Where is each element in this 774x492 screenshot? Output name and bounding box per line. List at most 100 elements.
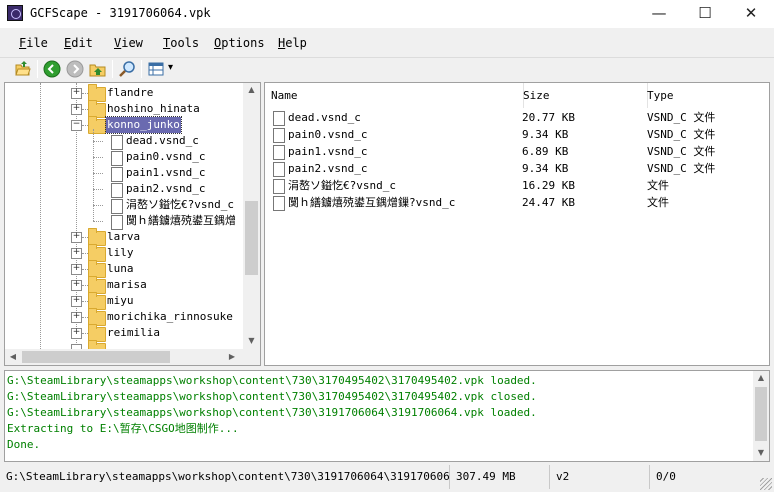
tree-line (93, 205, 103, 206)
column-header-type[interactable]: Type (641, 83, 769, 108)
tree-item-file[interactable]: pain1.vsnd_c (5, 165, 243, 182)
log-line: G:\SteamLibrary\steamapps\workshop\conte… (7, 390, 537, 403)
resize-grip[interactable] (760, 478, 772, 490)
expand-toggle[interactable]: + (71, 280, 82, 291)
menu-options[interactable]: Options (214, 36, 265, 50)
menu-file[interactable]: File (19, 36, 48, 50)
tree-hscroll-thumb[interactable] (22, 351, 170, 363)
tree-item-folder[interactable]: + hoshino_hinata (5, 100, 243, 118)
tree-item-folder[interactable]: + luna (5, 260, 243, 278)
toolbar-separator (141, 60, 142, 78)
close-button[interactable]: ✕ (728, 0, 774, 28)
log-output: G:\SteamLibrary\steamapps\workshop\conte… (4, 370, 770, 462)
tree-item-label: pain2.vsnd_c (126, 182, 206, 195)
scroll-up-arrow[interactable]: ▲ (753, 373, 769, 382)
tree-item-label: marisa (107, 278, 147, 291)
list-item[interactable]: 涓嶅ソ鎰忔€?vsnd_c 16.29 KB 文件 (265, 177, 765, 194)
expand-toggle[interactable]: + (71, 104, 82, 115)
file-icon (111, 151, 123, 166)
expand-toggle[interactable]: + (71, 296, 82, 307)
tree-item-folder[interactable]: + larva (5, 228, 243, 246)
log-line: Extracting to E:\暂存\CSGO地图制作... (7, 422, 239, 435)
list-item[interactable]: pain0.vsnd_c 9.34 KB VSND_C 文件 (265, 126, 765, 143)
file-list[interactable]: Name Size Type dead.vsnd_c 20.77 KB VSND_C… (264, 82, 770, 366)
view-mode-dropdown[interactable]: ▾ (168, 62, 173, 73)
expand-toggle[interactable]: + (71, 88, 82, 99)
expand-toggle[interactable]: + (71, 232, 82, 243)
back-button[interactable] (43, 60, 61, 78)
tree-vertical-scrollbar[interactable]: ▲ ▼ (243, 83, 260, 349)
menu-help[interactable]: Help (278, 36, 307, 50)
find-button[interactable] (118, 60, 136, 78)
file-icon (273, 128, 285, 143)
log-line: G:\SteamLibrary\steamapps\workshop\conte… (7, 406, 537, 419)
tree-line (93, 173, 103, 174)
tree-line (93, 129, 94, 221)
scroll-up-arrow[interactable]: ▲ (243, 85, 260, 94)
file-icon (111, 215, 123, 230)
file-size: 9.34 KB (522, 162, 569, 175)
menu-view[interactable]: View (114, 36, 143, 50)
folder-tree[interactable]: + flandre + hoshino_hinata − konno_junko dead.… (4, 82, 261, 366)
scroll-down-arrow[interactable]: ▼ (753, 448, 769, 457)
toolbar (0, 57, 774, 81)
expand-toggle[interactable]: − (71, 120, 82, 131)
tree-item-label: lily (107, 246, 134, 259)
column-header-size[interactable]: Size (517, 83, 648, 108)
tree-item-label: pain0.vsnd_c (126, 150, 206, 163)
menu-tools[interactable]: Tools (163, 36, 199, 50)
tree-item-folder[interactable]: + miyu (5, 292, 243, 310)
up-folder-button[interactable] (89, 60, 107, 78)
tree-horizontal-scrollbar[interactable]: ◀ ▶ (5, 349, 243, 365)
back-arrow-icon (43, 60, 61, 78)
tree-item-label: morichika_rinnosuke (107, 310, 233, 323)
expand-toggle[interactable]: + (71, 248, 82, 259)
expand-toggle[interactable]: + (71, 328, 82, 339)
scroll-down-arrow[interactable]: ▼ (243, 336, 260, 345)
tree-item-selected[interactable]: − konno_junko (5, 116, 243, 134)
file-icon (273, 179, 285, 194)
view-mode-button[interactable] (147, 60, 165, 78)
tree-item-file[interactable]: pain0.vsnd_c (5, 149, 243, 166)
tree-scroll-thumb[interactable] (245, 201, 258, 275)
expand-toggle[interactable]: + (71, 312, 82, 323)
open-folder-button[interactable] (14, 60, 32, 78)
tree-item-file[interactable]: 涓嶅ソ鎰忔€?vsnd_c (5, 197, 243, 214)
file-type: 文件 (647, 196, 669, 209)
list-item[interactable]: pain2.vsnd_c 9.34 KB VSND_C 文件 (265, 160, 765, 177)
file-size: 6.89 KB (522, 145, 569, 158)
list-item[interactable]: pain1.vsnd_c 6.89 KB VSND_C 文件 (265, 143, 765, 160)
file-size: 16.29 KB (522, 179, 575, 192)
minimize-button[interactable]: — (636, 0, 682, 28)
tree-item-label: pain1.vsnd_c (126, 166, 206, 179)
tree-item-folder[interactable]: + marisa (5, 276, 243, 294)
status-fragmentation: 0/0 (656, 470, 676, 483)
tree-item-file[interactable]: pain2.vsnd_c (5, 181, 243, 198)
toolbar-separator (112, 60, 113, 78)
tree-line (93, 189, 103, 190)
tree-item-folder[interactable]: + flandre (5, 84, 243, 102)
column-header-name[interactable]: Name (265, 83, 524, 108)
tree-item-label: reimilia (107, 326, 160, 339)
file-name: pain2.vsnd_c (288, 162, 368, 175)
tree-item-folder[interactable]: + lily (5, 244, 243, 262)
tree-item-folder[interactable]: + morichika_rinnosuke (5, 308, 243, 326)
menu-edit[interactable]: Edit (64, 36, 93, 50)
file-icon (273, 145, 285, 160)
file-size: 9.34 KB (522, 128, 569, 141)
log-scroll-thumb[interactable] (755, 387, 767, 441)
tree-item-file[interactable]: 闅ｈ繕鐪熺殑鍙互鍝熷 (5, 213, 243, 230)
expand-toggle[interactable]: + (71, 264, 82, 275)
list-item[interactable]: dead.vsnd_c 20.77 KB VSND_C 文件 (265, 109, 765, 126)
log-line: G:\SteamLibrary\steamapps\workshop\conte… (7, 374, 537, 387)
tree-item-folder[interactable]: + reimilia (5, 324, 243, 342)
list-item[interactable]: 闅ｈ繕鐪熺殑鍙互鍝熷鏁?vsnd_c 24.47 KB 文件 (265, 194, 765, 211)
maximize-button[interactable]: ☐ (682, 0, 728, 28)
scroll-right-arrow[interactable]: ▶ (227, 352, 237, 361)
forward-button[interactable] (66, 60, 84, 78)
tree-item-file[interactable]: dead.vsnd_c (5, 133, 243, 150)
file-name: pain0.vsnd_c (288, 128, 368, 141)
log-vertical-scrollbar[interactable]: ▲ ▼ (753, 371, 769, 461)
scroll-left-arrow[interactable]: ◀ (8, 352, 18, 361)
search-icon (119, 61, 135, 77)
